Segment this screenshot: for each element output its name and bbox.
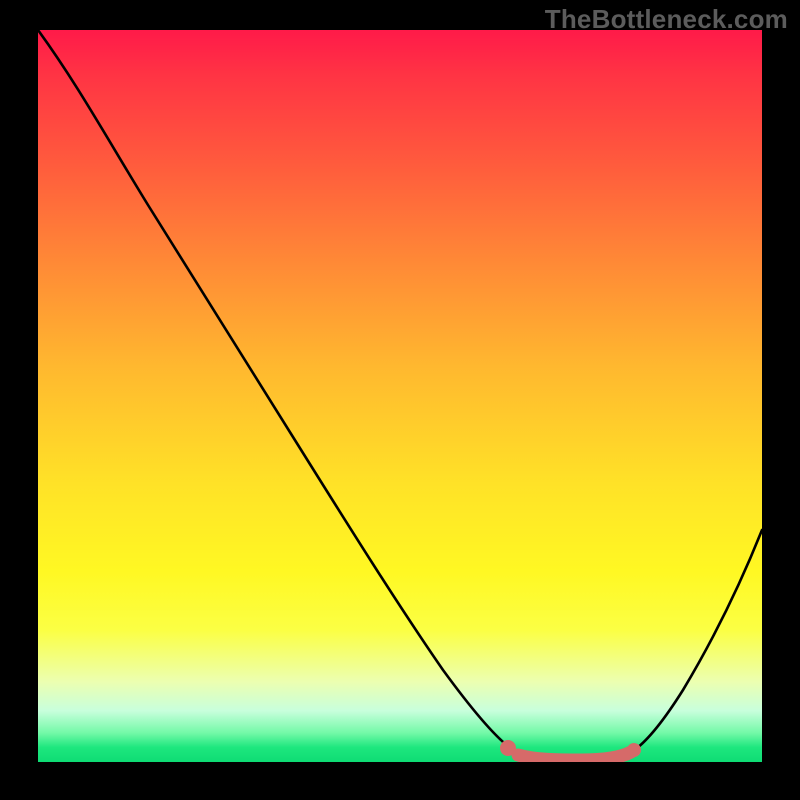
bottleneck-curve bbox=[38, 30, 762, 760]
plot-area bbox=[38, 30, 762, 762]
watermark-text: TheBottleneck.com bbox=[545, 4, 788, 35]
curve-svg bbox=[38, 30, 762, 762]
optimal-zone-highlight bbox=[518, 752, 631, 760]
chart-frame: TheBottleneck.com bbox=[0, 0, 800, 800]
highlight-end-dot bbox=[627, 743, 641, 757]
